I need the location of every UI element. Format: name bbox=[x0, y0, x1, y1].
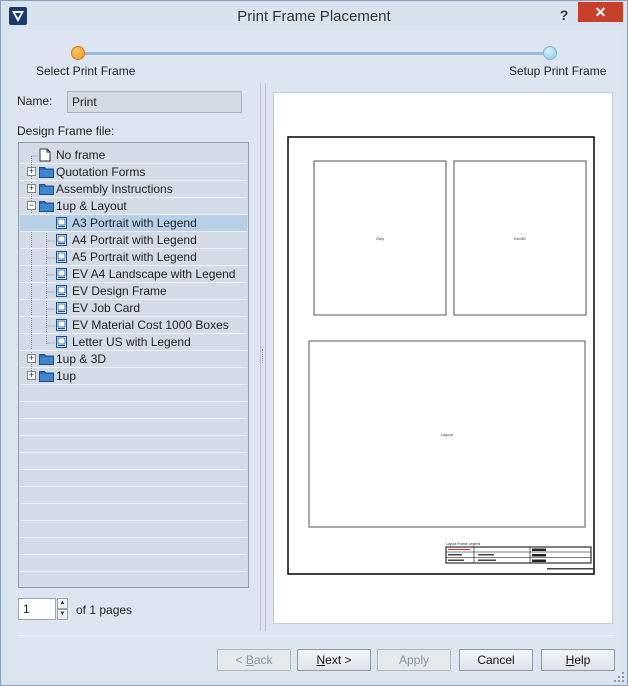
next-button[interactable]: Next > bbox=[297, 649, 371, 671]
expand-icon[interactable]: + bbox=[27, 184, 36, 193]
preview-legend-title: Layout Frame Legend bbox=[446, 542, 480, 546]
tree-item-row[interactable]: − 1up & Layout bbox=[20, 198, 247, 215]
splitter-grip-icon bbox=[262, 349, 264, 363]
tree-empty-row bbox=[20, 436, 247, 453]
tree-item-row[interactable]: EV A4 Landscape with Legend bbox=[20, 266, 247, 283]
tree-item-label: EV Design Frame bbox=[72, 284, 167, 298]
print-frame-placement-dialog: Print Frame Placement ? ✕ Select Print F… bbox=[0, 0, 628, 686]
folder-icon bbox=[39, 165, 54, 181]
close-button[interactable]: ✕ bbox=[578, 2, 623, 22]
help-title-button[interactable]: ? bbox=[553, 5, 575, 25]
tree-item-label: EV Material Cost 1000 Boxes bbox=[72, 318, 229, 332]
frame-icon bbox=[55, 301, 68, 318]
tree-item-row[interactable]: EV Job Card bbox=[20, 300, 247, 317]
tree-item-label: 1up & 3D bbox=[56, 352, 107, 366]
resize-grip-icon[interactable] bbox=[613, 671, 625, 683]
page-count-label: of 1 pages bbox=[76, 603, 133, 617]
tree-item-row[interactable]: EV Design Frame bbox=[20, 283, 247, 300]
design-frame-tree[interactable]: No frame + Quotation Forms + Assembly Instru… bbox=[18, 142, 249, 588]
wizard-progress-line bbox=[85, 52, 550, 55]
frame-icon bbox=[55, 318, 68, 335]
tree-item-label: Letter US with Legend bbox=[72, 335, 191, 349]
tree-item-row[interactable]: + Quotation Forms bbox=[20, 164, 247, 181]
expand-icon[interactable]: + bbox=[27, 371, 36, 380]
spin-up-button[interactable]: ▲ bbox=[57, 598, 68, 609]
document-icon bbox=[39, 148, 51, 165]
tree-item-label: 1up & Layout bbox=[56, 199, 127, 213]
tree-item-row[interactable]: A4 Portrait with Legend bbox=[20, 232, 247, 249]
frame-preview: Only Info3D Layout Layout Frame Legend bbox=[273, 92, 613, 624]
tree-empty-row bbox=[20, 555, 247, 572]
title-bar[interactable]: Print Frame Placement ? ✕ bbox=[1, 1, 627, 31]
page-number-input[interactable]: 1 bbox=[18, 598, 56, 620]
tree-item-label: 1up bbox=[56, 369, 77, 383]
frame-icon bbox=[55, 284, 68, 301]
dialog-body: Select Print Frame Setup Print Frame Nam… bbox=[8, 31, 622, 681]
back-button[interactable]: < Back bbox=[217, 649, 291, 671]
tree-item-row[interactable]: +1up & 3D bbox=[20, 351, 247, 368]
step-label-select-print-frame: Select Print Frame bbox=[36, 64, 136, 78]
tree-item-label: A4 Portrait with Legend bbox=[72, 233, 197, 247]
tree-item-row[interactable]: No frame bbox=[20, 147, 247, 164]
tree-item-row[interactable]: A3 Portrait with Legend bbox=[20, 215, 247, 232]
tree-empty-row bbox=[20, 504, 247, 521]
expand-icon[interactable]: + bbox=[27, 167, 36, 176]
apply-button[interactable]: Apply bbox=[377, 649, 451, 671]
window-title: Print Frame Placement bbox=[237, 8, 391, 25]
tree-empty-row bbox=[20, 385, 247, 402]
tree-item-label: Assembly Instructions bbox=[56, 182, 173, 196]
tree-empty-row bbox=[20, 521, 247, 538]
name-field[interactable]: Print bbox=[67, 91, 242, 113]
frame-icon bbox=[55, 335, 68, 352]
tree-empty-row bbox=[20, 538, 247, 555]
cancel-button[interactable]: Cancel bbox=[459, 649, 533, 671]
tree-item-row[interactable]: +1up bbox=[20, 368, 247, 385]
step-current-dot-icon bbox=[71, 46, 85, 60]
help-button[interactable]: Help bbox=[541, 649, 615, 671]
frame-preview-drawing: Only Info3D Layout Layout Frame Legend bbox=[287, 136, 595, 575]
tree-item-label: No frame bbox=[56, 148, 106, 162]
preview-box-left-label: Only bbox=[376, 236, 384, 241]
expand-icon[interactable]: + bbox=[27, 354, 36, 363]
tree-item-label: Quotation Forms bbox=[56, 165, 146, 179]
folder-icon bbox=[39, 369, 54, 385]
collapse-icon[interactable]: − bbox=[27, 201, 36, 210]
tree-item-label: EV A4 Landscape with Legend bbox=[72, 267, 236, 281]
page-spinner: ▲ ▼ bbox=[57, 598, 68, 620]
folder-icon bbox=[39, 352, 54, 368]
spin-down-button[interactable]: ▼ bbox=[57, 609, 68, 620]
folder-icon bbox=[39, 199, 54, 215]
tree-item-label: EV Job Card bbox=[72, 301, 141, 315]
preview-box-right-label: Info3D bbox=[514, 236, 526, 241]
step-upcoming-dot-icon bbox=[543, 46, 557, 60]
frame-icon bbox=[55, 267, 68, 284]
name-label: Name: bbox=[17, 94, 53, 108]
folder-icon bbox=[39, 182, 54, 198]
tree-item-row[interactable]: A5 Portrait with Legend bbox=[20, 249, 247, 266]
tree-empty-row bbox=[20, 453, 247, 470]
tree-empty-row bbox=[20, 470, 247, 487]
tree-item-row[interactable]: Letter US with Legend bbox=[20, 334, 247, 351]
tree-empty-row bbox=[20, 402, 247, 419]
tree-empty-row bbox=[20, 419, 247, 436]
tree-item-row[interactable]: + Assembly Instructions bbox=[20, 181, 247, 198]
tree-empty-row bbox=[20, 487, 247, 504]
tree-item-label: A3 Portrait with Legend bbox=[72, 216, 197, 230]
step-label-setup-print-frame: Setup Print Frame bbox=[509, 64, 607, 78]
tree-item-label: A5 Portrait with Legend bbox=[72, 250, 197, 264]
footer-separator bbox=[17, 635, 615, 636]
preview-box-bottom-label: Layout bbox=[441, 432, 454, 437]
design-frame-file-label: Design Frame file: bbox=[17, 124, 115, 138]
tree-item-row[interactable]: EV Material Cost 1000 Boxes bbox=[20, 317, 247, 334]
frame-icon bbox=[55, 250, 68, 267]
frame-icon bbox=[55, 233, 68, 250]
frame-icon bbox=[55, 216, 68, 233]
